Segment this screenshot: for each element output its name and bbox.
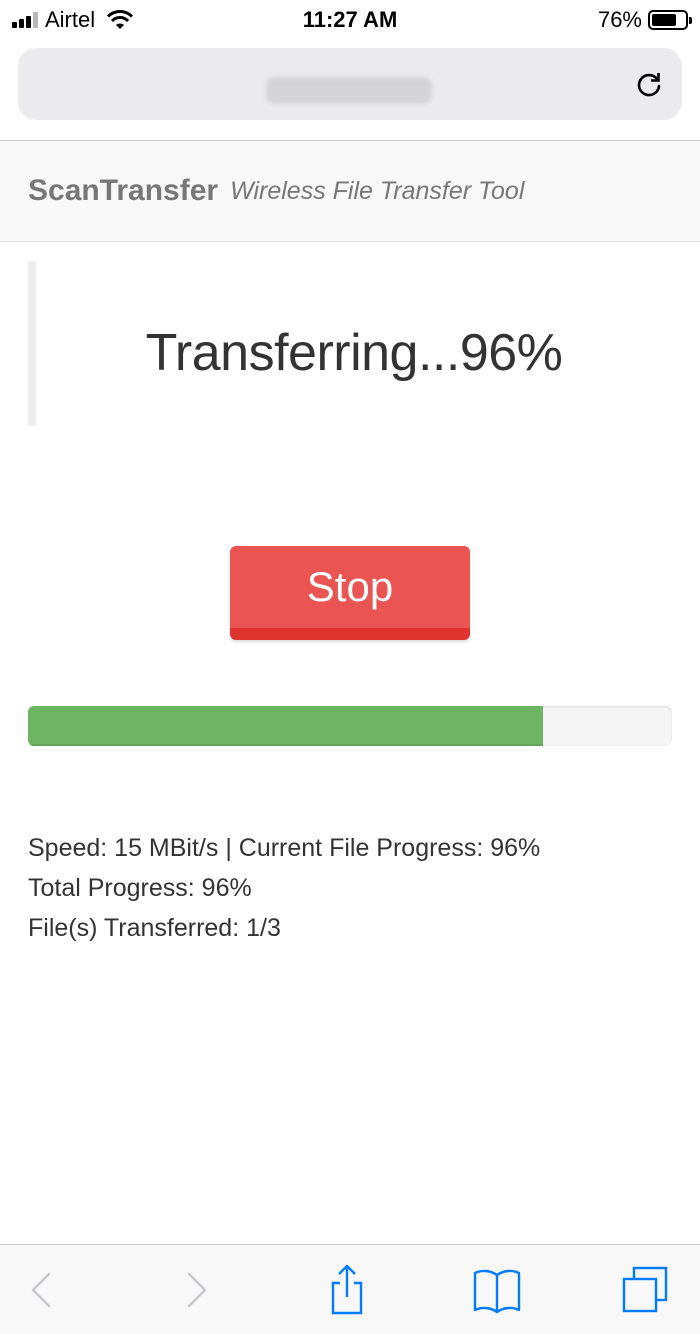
total-progress-line: Total Progress: 96% — [28, 874, 252, 902]
battery-percent: 76% — [597, 7, 642, 32]
battery-level — [652, 14, 677, 26]
speed-line: Speed: 15 MBit/s | Current File Progress… — [28, 834, 541, 862]
browser-address-area — [0, 40, 700, 141]
clock: 11:27 AM — [302, 7, 398, 32]
status-bar: Airtel 11:27 AM 76% — [0, 0, 700, 40]
files-transferred-line: File(s) Transferred: 1/3 — [28, 914, 281, 942]
brand-name[interactable]: ScanTransfer — [28, 174, 218, 208]
stop-button[interactable]: Stop — [230, 546, 470, 640]
site-header: ScanTransfer Wireless File Transfer Tool — [0, 141, 700, 242]
status-right: 76% — [597, 6, 692, 34]
bookmarks-icon[interactable] — [472, 1263, 522, 1317]
transfer-stats: Speed: 15 MBit/s | Current File Progress… — [28, 828, 672, 948]
transfer-progress-bar — [28, 706, 672, 746]
tabs-icon[interactable] — [620, 1263, 670, 1317]
transfer-status-block: Transferring...96% — [28, 261, 672, 426]
reload-icon[interactable] — [634, 70, 664, 100]
battery-icon — [648, 10, 692, 30]
transfer-headline: Transferring...96% — [145, 324, 563, 382]
brand-tagline: Wireless File Transfer Tool — [230, 176, 525, 205]
back-icon[interactable] — [16, 1263, 66, 1317]
address-bar[interactable] — [18, 48, 682, 120]
url-text-blurred — [266, 77, 432, 104]
progress-fill — [28, 706, 544, 746]
share-icon[interactable] — [322, 1263, 372, 1317]
browser-toolbar — [0, 1244, 700, 1334]
forward-icon[interactable] — [172, 1263, 222, 1317]
